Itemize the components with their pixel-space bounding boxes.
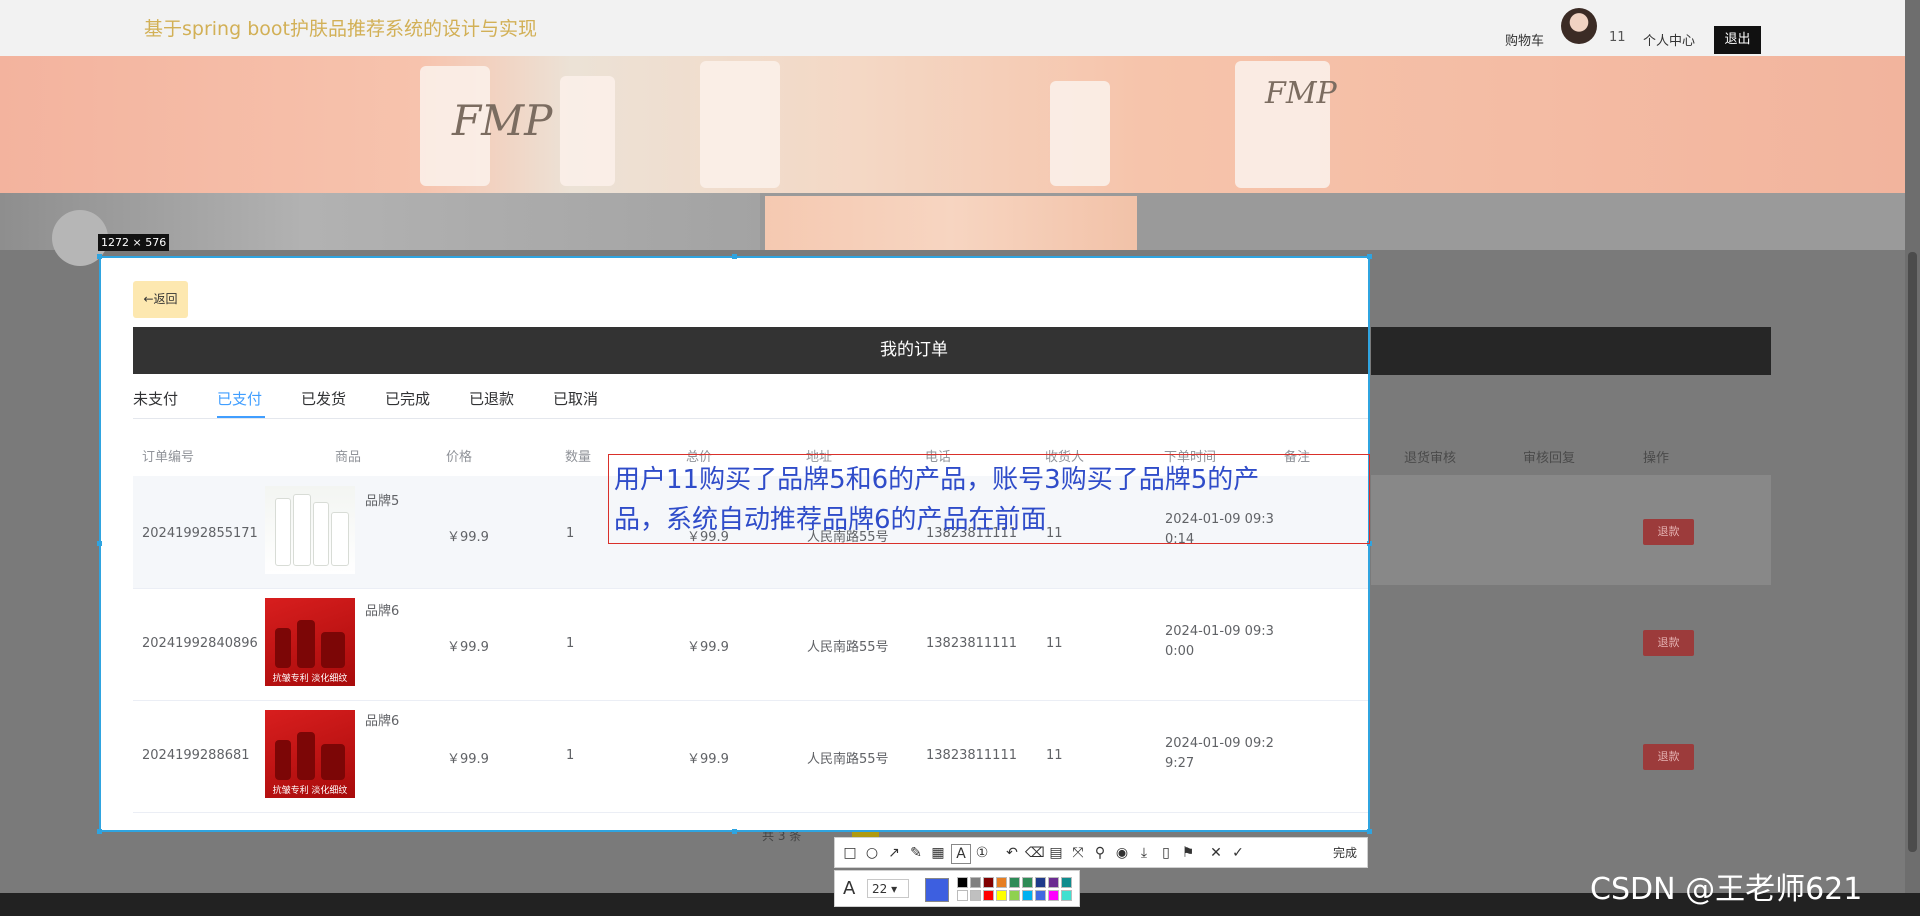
color-swatch[interactable] (1009, 890, 1020, 901)
cart-link[interactable]: 购物车 (1505, 30, 1544, 49)
annotation-text[interactable]: 用户11购买了品牌5和6的产品，账号3购买了品牌5的产 品，系统自动推荐品牌6的… (614, 460, 1374, 540)
resize-handle[interactable] (97, 829, 102, 834)
mosaic-icon[interactable]: ▦ (929, 844, 947, 862)
col-review-reply: 审核回复 (1523, 451, 1576, 466)
selection-border[interactable] (99, 256, 1370, 832)
check-icon[interactable]: ✓ (1229, 844, 1247, 862)
resize-handle[interactable] (732, 254, 737, 259)
refund-button[interactable]: 退款 (1643, 630, 1694, 656)
pen-icon[interactable]: ✎ (907, 844, 925, 862)
scroll-capture-icon[interactable]: ⤧ (1069, 844, 1087, 862)
phone-icon[interactable]: ▯ (1157, 844, 1175, 862)
resize-handle[interactable] (1367, 254, 1372, 259)
font-size-select[interactable]: 22 ▾ (867, 879, 909, 898)
title-bar-overflow (1371, 327, 1771, 375)
color-swatch[interactable] (983, 877, 994, 888)
done-button[interactable]: 完成 (1333, 844, 1357, 861)
scrollbar-thumb[interactable] (1908, 252, 1917, 852)
banner-bottle (560, 76, 615, 186)
color-swatch[interactable] (1022, 890, 1033, 901)
resize-handle[interactable] (97, 541, 102, 546)
number-icon[interactable]: ① (973, 844, 991, 862)
color-swatch[interactable] (1061, 890, 1072, 901)
brand-logo: FMP (452, 96, 553, 145)
col-action: 操作 (1643, 451, 1670, 466)
undo-icon[interactable]: ↶ (1003, 844, 1021, 862)
color-swatch[interactable] (1035, 877, 1046, 888)
resize-handle[interactable] (732, 829, 737, 834)
current-color-swatch[interactable] (925, 878, 949, 902)
color-swatch[interactable] (957, 877, 968, 888)
bookmark-icon[interactable]: ⚑ (1179, 844, 1197, 862)
logout-button[interactable]: 退出 (1714, 26, 1761, 54)
color-swatch[interactable] (983, 890, 994, 901)
username: 11 (1609, 30, 1626, 45)
resize-handle[interactable] (97, 254, 102, 259)
pin-icon[interactable]: ⚲ (1091, 844, 1109, 862)
refund-button[interactable]: 退款 (1643, 744, 1694, 770)
text-style-toolbar: A 22 ▾ (834, 870, 1080, 907)
color-swatch[interactable] (1035, 890, 1046, 901)
user-center-link[interactable]: 个人中心 (1643, 30, 1695, 49)
color-swatch[interactable] (957, 890, 968, 901)
close-icon[interactable]: ✕ (1207, 844, 1225, 862)
ellipse-icon[interactable]: ○ (863, 844, 881, 862)
font-icon: A (843, 878, 856, 899)
record-icon[interactable]: ◉ (1113, 844, 1131, 862)
color-swatch[interactable] (996, 877, 1007, 888)
annotation-line2: 品，系统自动推荐品牌6的产品在前面 (614, 505, 1047, 535)
selection-size-label: 1272 × 576 (98, 234, 170, 251)
sub-banner-image (765, 196, 1137, 250)
color-swatch[interactable] (970, 877, 981, 888)
resize-handle[interactable] (1367, 829, 1372, 834)
table-row-overflow (1371, 475, 1771, 585)
erase-icon[interactable]: ⌫ (1025, 844, 1045, 862)
color-swatch[interactable] (1048, 890, 1059, 901)
color-swatch[interactable] (996, 890, 1007, 901)
annotation-line1: 用户11购买了品牌5和6的产品，账号3购买了品牌5的产 (614, 465, 1260, 495)
text-icon[interactable]: A (951, 844, 971, 864)
ocr-icon[interactable]: ▤ (1047, 844, 1065, 862)
site-title[interactable]: 基于spring boot护肤品推荐系统的设计与实现 (144, 14, 537, 41)
font-size-value: 22 (872, 882, 888, 896)
color-swatch[interactable] (1048, 877, 1059, 888)
watermark: CSDN @王老师621 (1590, 872, 1863, 907)
color-swatch[interactable] (970, 890, 981, 901)
banner-image: FMP FMP (0, 56, 1905, 193)
color-swatch[interactable] (1022, 877, 1033, 888)
arrow-icon[interactable]: ↗ (885, 844, 903, 862)
color-swatch[interactable] (1009, 877, 1020, 888)
brand-logo: FMP (1265, 76, 1337, 111)
banner-bottle (1050, 81, 1110, 186)
avatar[interactable] (1561, 8, 1597, 44)
col-refund-review: 退货审核 (1404, 451, 1457, 466)
screenshot-toolbar: □ ○ ↗ ✎ ▦ A ① ↶ ⌫ ▤ ⤧ ⚲ ◉ ⤓ ▯ ⚑ ✕ ✓ 完成 (834, 837, 1368, 868)
rectangle-icon[interactable]: □ (841, 844, 859, 862)
refund-button[interactable]: 退款 (1643, 519, 1694, 545)
banner-bottle (700, 61, 780, 188)
download-icon[interactable]: ⤓ (1135, 844, 1153, 862)
color-swatch[interactable] (1061, 877, 1072, 888)
